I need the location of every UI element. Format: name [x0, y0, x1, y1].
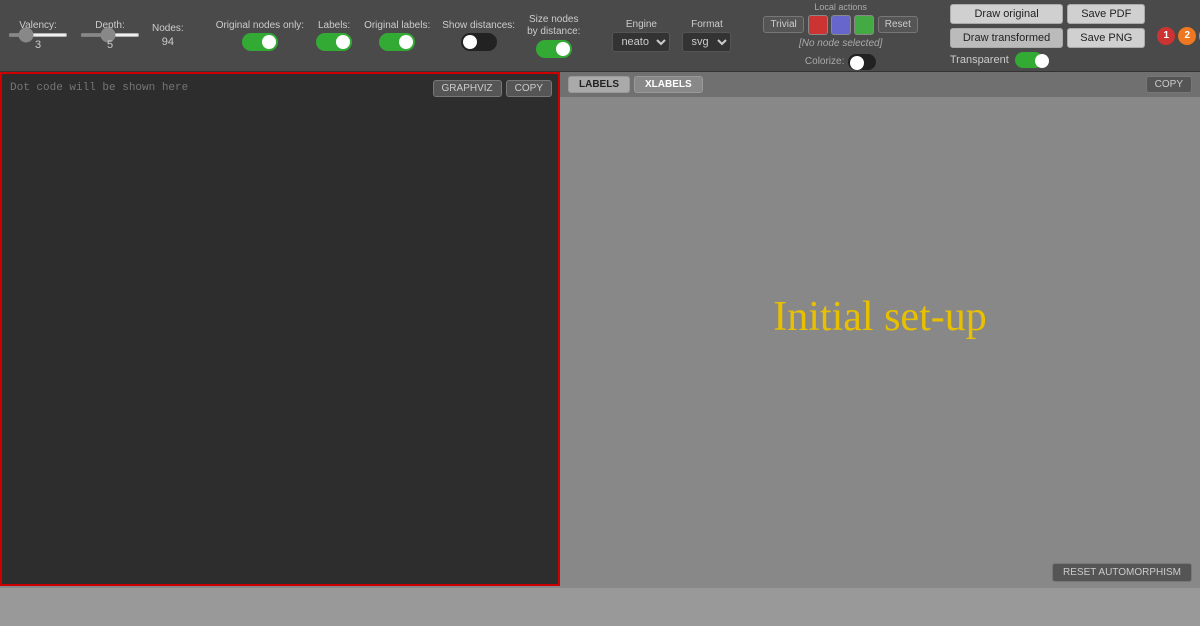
- num-circle-1[interactable]: 1: [1157, 27, 1175, 45]
- nodes-label: Nodes:: [152, 23, 184, 34]
- transparent-toggle[interactable]: [1015, 52, 1043, 68]
- reset-button[interactable]: Reset: [878, 16, 918, 33]
- size-nodes-group: Size nodesby distance:: [527, 14, 580, 58]
- format-select[interactable]: svg png pdf: [682, 32, 731, 52]
- original-nodes-group: Original nodes only:: [216, 20, 304, 51]
- right-copy-button[interactable]: COPY: [1146, 76, 1192, 93]
- valency-group: Valency: 3: [8, 20, 68, 51]
- num-circle-2[interactable]: 2: [1178, 27, 1196, 45]
- format-label: Format: [691, 19, 723, 30]
- trivial-button[interactable]: Trivial: [763, 16, 803, 33]
- toolbar: Valency: 3 Depth: 5 Nodes: 94 Original n…: [0, 0, 1200, 72]
- labels-tab[interactable]: LABELS: [568, 76, 630, 93]
- colorize-toggle[interactable]: [848, 54, 876, 70]
- show-distances-toggle[interactable]: [461, 33, 497, 51]
- engine-group: Engine neato dot circo fdp sfdp twopi: [612, 19, 670, 52]
- original-labels-toggle[interactable]: [379, 33, 415, 51]
- colorize-label: Colorize:: [805, 56, 844, 67]
- labels-toggle[interactable]: [316, 33, 352, 51]
- labels-label: Labels:: [318, 20, 350, 31]
- engine-label: Engine: [626, 19, 657, 30]
- original-labels-label: Original labels:: [364, 20, 430, 31]
- size-nodes-toggle[interactable]: [536, 40, 572, 58]
- color-swatches: [808, 15, 874, 35]
- dot-code-textarea[interactable]: [2, 74, 558, 584]
- save-pdf-button[interactable]: Save PDF: [1067, 4, 1145, 24]
- node-selected-label: [No node selected]: [799, 38, 882, 49]
- format-group: Format svg png pdf: [682, 19, 731, 52]
- valency-value: 3: [35, 39, 41, 51]
- local-actions-group: Local actions Trivial Reset [No node sel…: [763, 2, 917, 70]
- right-panel: LABELS XLABELS COPY Initial set-up RESET…: [560, 72, 1200, 586]
- draw-original-button[interactable]: Draw original: [950, 4, 1063, 24]
- show-distances-label: Show distances:: [442, 20, 515, 31]
- right-panel-tabs: LABELS XLABELS COPY: [560, 72, 1200, 97]
- bottom-bar: [0, 586, 1200, 626]
- depth-slider[interactable]: [80, 33, 140, 37]
- original-nodes-toggle[interactable]: [242, 33, 278, 51]
- reset-automorphism-button[interactable]: RESET AUTOMORPHISM: [1052, 563, 1192, 582]
- handwriting-text: Initial set-up: [773, 293, 986, 341]
- left-panel-buttons: GRAPHVIZ COPY: [433, 80, 552, 97]
- swatch-red[interactable]: [808, 15, 828, 35]
- swatch-green[interactable]: [854, 15, 874, 35]
- draw-transformed-button[interactable]: Draw transformed: [950, 28, 1063, 48]
- show-distances-group: Show distances:: [442, 20, 515, 51]
- xlabels-tab[interactable]: XLABELS: [634, 76, 703, 93]
- action-buttons: Trivial Reset: [763, 15, 917, 35]
- left-panel: GRAPHVIZ COPY: [0, 72, 560, 586]
- nodes-group: Nodes: 94: [152, 23, 184, 48]
- transparent-row: Transparent: [950, 52, 1145, 68]
- main-content: GRAPHVIZ COPY LABELS XLABELS COPY Initia…: [0, 72, 1200, 586]
- num-circles: 1 2 3 4 5 L: [1157, 27, 1200, 45]
- save-png-button[interactable]: Save PNG: [1067, 28, 1145, 48]
- transparent-label: Transparent: [950, 54, 1009, 66]
- right-buttons-group: Draw original Draw transformed Save PDF …: [950, 4, 1145, 68]
- depth-group: Depth: 5: [80, 20, 140, 51]
- original-labels-group: Original labels:: [364, 20, 430, 51]
- swatch-blue[interactable]: [831, 15, 851, 35]
- graphviz-button[interactable]: GRAPHVIZ: [433, 80, 502, 97]
- engine-select[interactable]: neato dot circo fdp sfdp twopi: [612, 32, 670, 52]
- depth-value: 5: [107, 39, 113, 51]
- nodes-value: 94: [162, 36, 174, 48]
- valency-slider[interactable]: [8, 33, 68, 37]
- size-nodes-label: Size nodesby distance:: [527, 14, 580, 38]
- local-actions-label: Local actions: [814, 2, 867, 12]
- labels-group: Labels:: [316, 20, 352, 51]
- left-copy-button[interactable]: COPY: [506, 80, 552, 97]
- original-nodes-label: Original nodes only:: [216, 20, 304, 31]
- graph-canvas: Initial set-up RESET AUTOMORPHISM: [560, 97, 1200, 586]
